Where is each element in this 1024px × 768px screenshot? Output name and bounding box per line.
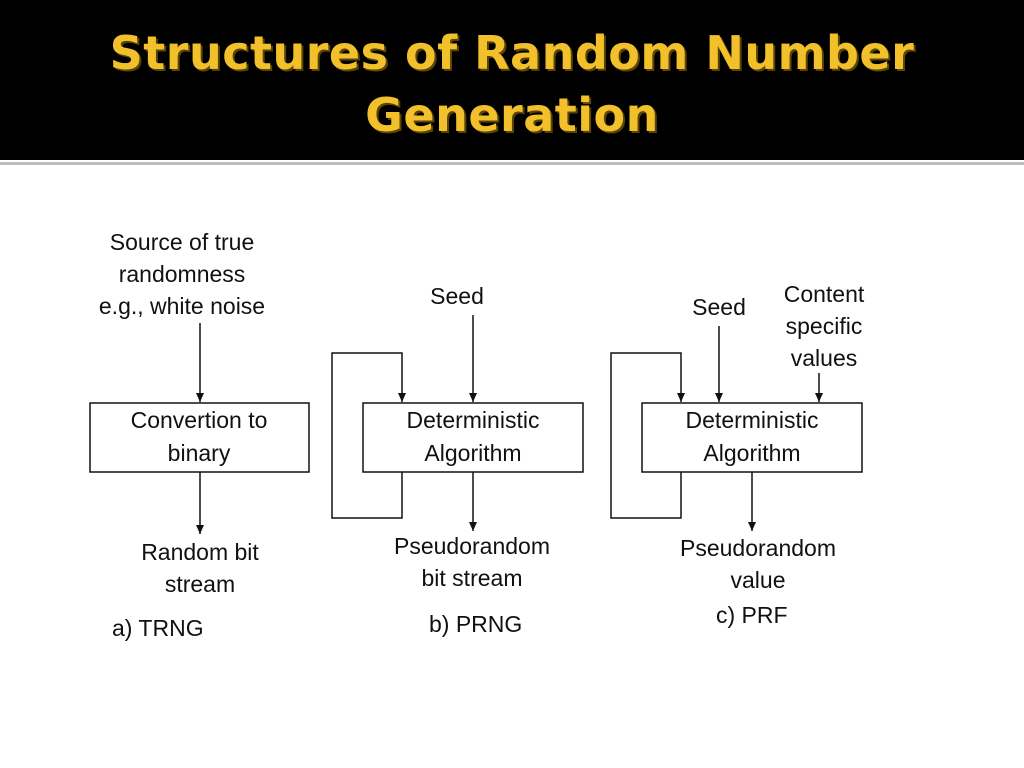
prf-box-label-line-1: Deterministic — [686, 407, 819, 433]
prng-seed-label: Seed — [430, 283, 484, 309]
prf-box-label-line-2: Algorithm — [703, 440, 800, 466]
trng-input-label-line-1: Source of true — [110, 229, 254, 255]
prng-output-label-line-2: bit stream — [422, 565, 523, 591]
prng-box-label-line-1: Deterministic — [407, 407, 540, 433]
prf-output-label-line-1: Pseudorandom — [680, 535, 836, 561]
prng-output-label-line-1: Pseudorandom — [394, 533, 550, 559]
trng-input-label-line-3: e.g., white noise — [99, 293, 265, 319]
prng-box-label-line-2: Algorithm — [424, 440, 521, 466]
trng-box-label-line-1: Convertion to — [131, 407, 268, 433]
trng-box-label-line-2: binary — [168, 440, 231, 466]
trng-output-label-line-1: Random bit — [141, 539, 259, 565]
prf-context-label-line-3: values — [791, 345, 857, 371]
trng-input-label-line-2: randomness — [119, 261, 246, 287]
prng-caption: b) PRNG — [429, 611, 522, 637]
prf-context-label-line-1: Content — [784, 281, 865, 307]
prf-output-label-line-2: value — [731, 567, 786, 593]
prf-caption: c) PRF — [716, 602, 788, 628]
slide: Structures of Random Number Generation S… — [0, 0, 1024, 768]
trng-caption: a) TRNG — [112, 615, 204, 641]
prng-diagram: Seed Deterministic Algorithm Pseudorando… — [331, 283, 584, 637]
prf-diagram: Seed Content specific values Determinist… — [610, 281, 865, 628]
prf-seed-label: Seed — [692, 294, 746, 320]
trng-output-label-line-2: stream — [165, 571, 235, 597]
prf-context-label-line-2: specific — [786, 313, 863, 339]
rng-structures-diagram: Source of true randomness e.g., white no… — [89, 229, 865, 641]
trng-diagram: Source of true randomness e.g., white no… — [89, 229, 310, 641]
